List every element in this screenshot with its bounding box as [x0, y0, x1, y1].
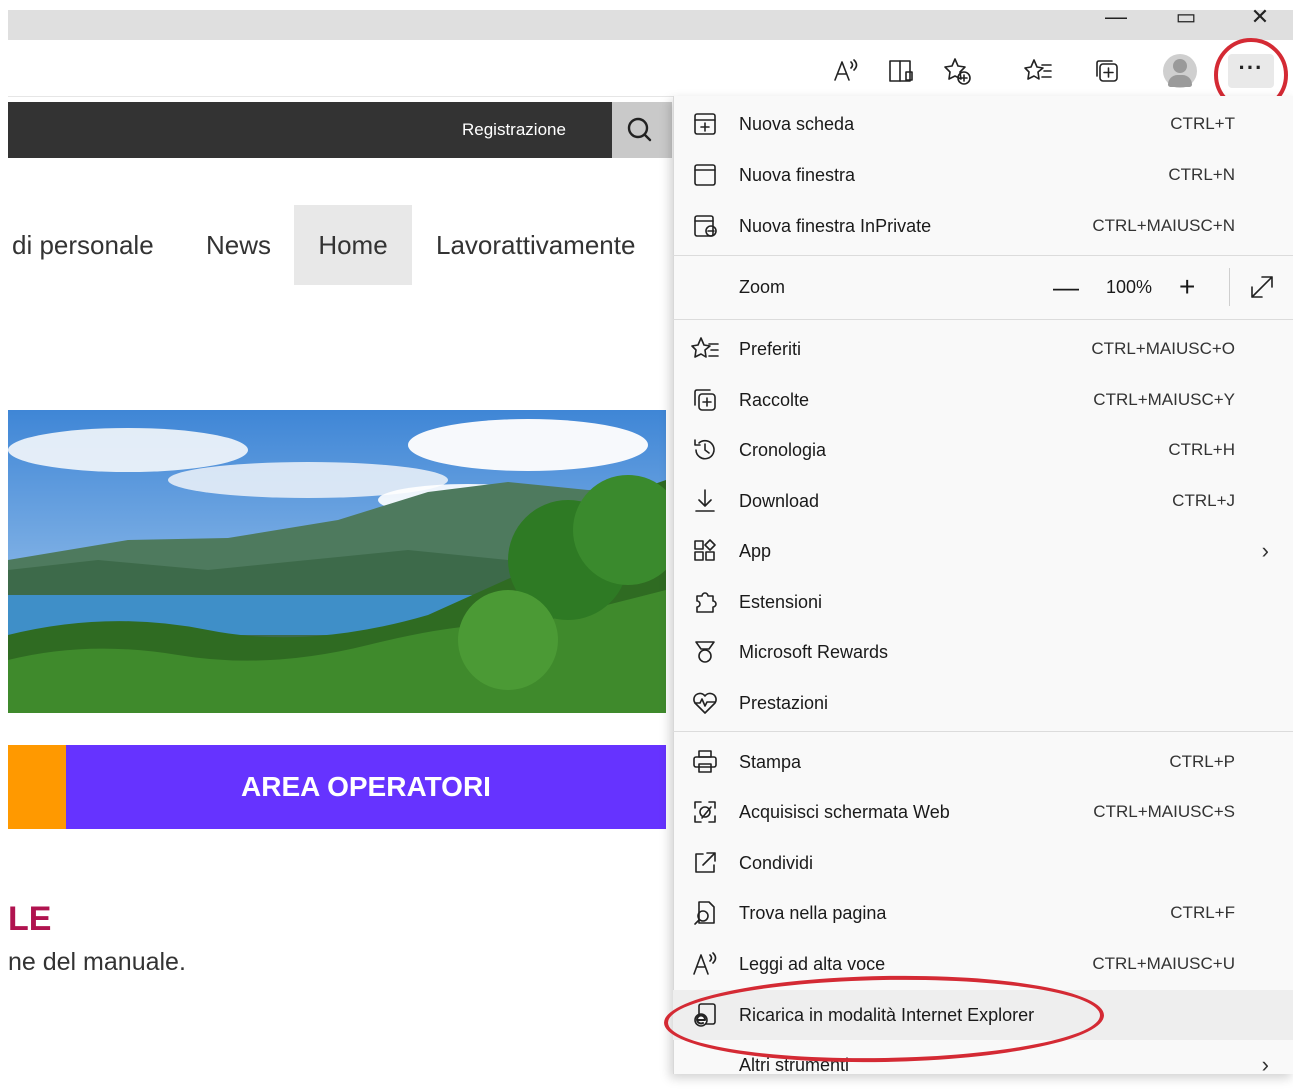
section-title: LE	[8, 900, 52, 938]
nav-item-home[interactable]: Home	[294, 205, 412, 285]
section-text: ne del manuale.	[8, 948, 186, 976]
zoom-row: Zoom — 100% +	[673, 256, 1293, 318]
menu-shortcut: CTRL+H	[1168, 440, 1235, 459]
menu-label: Nuova scheda	[739, 114, 855, 134]
menu-label: Download	[739, 491, 820, 511]
zoom-divider	[1229, 268, 1230, 306]
menu-shortcut: CTRL+MAIUSC+O	[1091, 339, 1235, 358]
menu-item-apps[interactable]: App ›	[673, 526, 1293, 576]
apps-icon	[694, 539, 716, 561]
performance-icon	[693, 692, 717, 714]
menu-separator	[673, 731, 1293, 732]
menu-item-print[interactable]: Stampa CTRL+P	[673, 737, 1293, 787]
menu-label: Cronologia	[739, 440, 827, 460]
menu-shortcut: CTRL+P	[1169, 752, 1235, 771]
site-header-bar	[8, 102, 672, 158]
area-operatori-label: AREA OPERATORI	[241, 771, 491, 802]
zoom-in-button[interactable]: +	[1179, 256, 1195, 318]
find-icon	[694, 901, 715, 925]
menu-item-new-inprivate-window[interactable]: Nuova finestra InPrivate CTRL+MAIUSC+N	[673, 201, 1293, 251]
restore-button[interactable]: ▭	[1166, 2, 1206, 32]
read-aloud-icon[interactable]	[828, 56, 862, 86]
print-icon	[693, 750, 717, 773]
register-link[interactable]: Registrazione	[462, 120, 566, 140]
new-tab-icon	[694, 113, 716, 135]
menu-item-history[interactable]: Cronologia CTRL+H	[673, 425, 1293, 475]
close-button[interactable]: ✕	[1240, 2, 1280, 32]
site-search-button[interactable]	[612, 102, 672, 158]
fullscreen-icon[interactable]	[1246, 271, 1278, 303]
menu-shortcut: CTRL+N	[1168, 165, 1235, 184]
search-icon	[627, 117, 652, 142]
immersive-reader-icon[interactable]	[884, 56, 918, 86]
menu-label: App	[739, 541, 772, 561]
menu-item-favorites[interactable]: Preferiti CTRL+MAIUSC+O	[673, 324, 1293, 374]
hero-landscape-image	[8, 410, 666, 713]
menu-item-performance[interactable]: Prestazioni	[673, 678, 1293, 728]
new-window-icon	[694, 164, 716, 186]
add-favorite-icon[interactable]	[940, 56, 974, 86]
nav-item-lavorattivamente[interactable]: Lavorattivamente	[436, 205, 635, 285]
read-aloud-icon	[693, 952, 717, 975]
minimize-button[interactable]: —	[1096, 2, 1136, 32]
menu-item-share[interactable]: Condividi	[673, 838, 1293, 888]
share-icon	[695, 852, 716, 873]
menu-label: Condividi	[739, 853, 814, 873]
area-operatori-banner[interactable]: AREA OPERATORI	[66, 745, 666, 829]
menu-separator	[673, 319, 1293, 320]
menu-shortcut: CTRL+T	[1170, 114, 1235, 133]
menu-shortcut: CTRL+J	[1172, 491, 1235, 510]
zoom-label: Zoom	[739, 277, 786, 297]
collections-icon	[694, 389, 716, 411]
collections-icon[interactable]	[1090, 56, 1124, 86]
nav-item-news[interactable]: News	[206, 205, 271, 285]
menu-label: Preferiti	[739, 339, 802, 359]
nav-item-personale[interactable]: di personale	[12, 205, 154, 285]
menu-label: Microsoft Rewards	[739, 642, 889, 662]
favorites-icon[interactable]	[1021, 56, 1055, 86]
menu-label: Stampa	[739, 752, 802, 772]
menu-item-microsoft-rewards[interactable]: Microsoft Rewards	[673, 627, 1293, 677]
extensions-icon	[696, 592, 717, 613]
profile-avatar[interactable]	[1163, 54, 1197, 88]
rewards-icon	[695, 641, 715, 663]
menu-label: Raccolte	[739, 390, 810, 410]
zoom-value: 100%	[1106, 277, 1153, 297]
orange-banner-segment[interactable]	[8, 745, 66, 829]
menu-shortcut: CTRL+MAIUSC+N	[1092, 216, 1235, 235]
chevron-right-icon: ›	[1261, 538, 1269, 563]
download-icon	[695, 489, 715, 512]
menu-label: Acquisisci schermata Web	[739, 802, 950, 822]
menu-item-new-tab[interactable]: Nuova scheda CTRL+T	[673, 99, 1293, 149]
menu-shortcut: CTRL+F	[1170, 903, 1235, 922]
inprivate-window-icon	[694, 215, 717, 237]
menu-label: Trova nella pagina	[739, 903, 887, 923]
favorites-icon	[691, 337, 719, 358]
menu-shortcut: CTRL+MAIUSC+U	[1092, 954, 1235, 973]
menu-item-web-capture[interactable]: Acquisisci schermata Web CTRL+MAIUSC+S	[673, 787, 1293, 837]
chevron-right-icon: ›	[1261, 1052, 1269, 1077]
menu-label: Nuova finestra InPrivate	[739, 216, 932, 236]
menu-label: Nuova finestra	[739, 165, 856, 185]
menu-label: Estensioni	[739, 592, 823, 612]
menu-item-collections[interactable]: Raccolte CTRL+MAIUSC+Y	[673, 375, 1293, 425]
zoom-out-button[interactable]: —	[1053, 256, 1079, 318]
menu-item-downloads[interactable]: Download CTRL+J	[673, 476, 1293, 526]
history-icon	[694, 439, 715, 460]
menu-label: Prestazioni	[739, 693, 829, 713]
menu-shortcut: CTRL+MAIUSC+S	[1093, 802, 1235, 821]
menu-item-new-window[interactable]: Nuova finestra CTRL+N	[673, 150, 1293, 200]
menu-item-extensions[interactable]: Estensioni	[673, 577, 1293, 627]
web-capture-icon	[694, 801, 716, 823]
menu-item-find-in-page[interactable]: Trova nella pagina CTRL+F	[673, 888, 1293, 938]
menu-shortcut: CTRL+MAIUSC+Y	[1093, 390, 1235, 409]
